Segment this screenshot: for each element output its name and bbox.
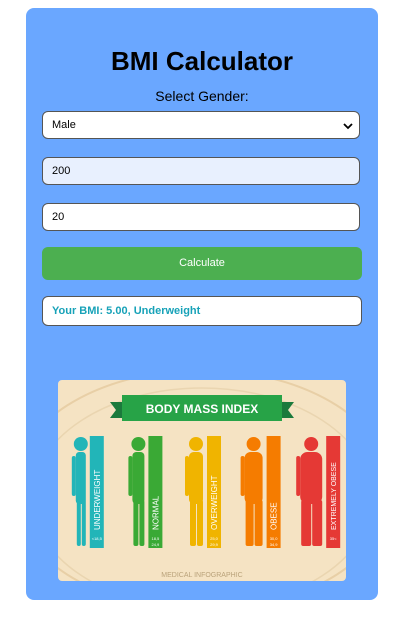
bmi-infographic-image: BODY MASS INDEX UNDERWEIGHT <18,5 NORMAL 18… [58,380,346,581]
figure-body [300,452,323,504]
figure-leg [139,500,145,546]
banner-title: BODY MASS INDEX [146,402,258,416]
figure-arm [128,456,133,496]
category-range: 34,9 [270,542,279,547]
chevron-down-icon [343,123,353,130]
figure-head [246,437,261,451]
figure-head [73,437,88,451]
figure-head [189,437,203,451]
category-label: NORMAL [151,495,160,530]
figure-leg [301,500,312,546]
figure-arm [71,456,76,496]
figure-arm [296,456,301,496]
bmi-card: BMI Calculator Select Gender: Male 200 2… [26,8,378,600]
gender-select[interactable]: Male [42,111,360,139]
figure-head [304,437,319,451]
category-range: 35< [330,536,337,541]
figure-leg [254,500,263,546]
calculate-button[interactable]: Calculate [42,247,362,280]
bmi-result: Your BMI: 5.00, Underweight [42,296,362,326]
category-range: 24,9 [152,542,161,547]
gender-select-value: Male [52,119,76,131]
figure-leg [197,500,203,546]
figure-leg [245,500,254,546]
weight-input-value: 200 [52,165,71,177]
figure-body [75,452,86,504]
category-label: UNDERWEIGHT [93,470,102,530]
category-range: 25,0 [210,536,219,541]
figure-body [244,452,263,504]
weight-input[interactable]: 200 [42,157,360,185]
figure-body [132,452,145,504]
category-range: 29,9 [210,542,219,547]
category-label: EXTREMELY OBESE [331,462,338,530]
figure-body [189,452,203,504]
figure-arm [185,456,189,496]
category-range: 30,0 [270,536,279,541]
category-range: 18,5 [152,536,161,541]
infographic-svg: BODY MASS INDEX UNDERWEIGHT <18,5 NORMAL 18… [58,380,346,581]
figure-leg [312,500,323,546]
figure-leg [190,500,196,546]
page-title: BMI Calculator [110,46,294,76]
figure-leg [81,500,86,546]
infographic-footer: MEDICAL INFOGRAPHIC [161,572,242,579]
figure-arm [240,456,245,496]
category-bar [148,436,163,548]
category-label: OBESE [270,502,279,530]
figure-head [131,437,146,451]
category-range: <18,5 [92,536,103,541]
age-input-value: 20 [52,211,65,223]
figure-leg [133,500,139,546]
figure-leg [76,500,81,546]
age-input[interactable]: 20 [42,203,360,231]
category-label: OVERWEIGHT [210,475,219,530]
gender-label: Select Gender: [155,88,249,104]
category-bar [266,436,281,548]
